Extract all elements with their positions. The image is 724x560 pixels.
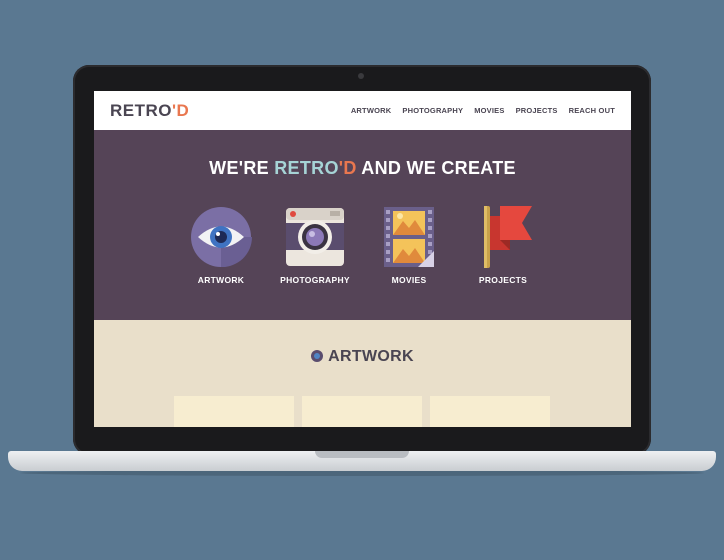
laptop-notch <box>315 451 409 458</box>
feature-photography-label: PHOTOGRAPHY <box>280 275 350 285</box>
feature-artwork[interactable]: ARTWORK <box>176 206 266 285</box>
eye-icon <box>190 206 252 268</box>
nav-movies[interactable]: MOVIES <box>474 106 504 115</box>
feature-projects-label: PROJECTS <box>478 275 528 285</box>
nav-artwork[interactable]: ARTWORK <box>351 106 392 115</box>
feature-movies-label: MOVIES <box>391 275 427 285</box>
feature-photography[interactable]: PHOTOGRAPHY <box>270 206 360 285</box>
flag-icon <box>472 206 534 268</box>
artwork-card[interactable] <box>174 396 294 427</box>
hero-title: WE'RE RETRO'D AND WE CREATE <box>209 158 516 178</box>
feature-movies[interactable]: MOVIES <box>364 206 454 285</box>
artwork-card[interactable] <box>430 396 550 427</box>
feature-projects[interactable]: PROJECTS <box>458 206 548 285</box>
film-icon <box>378 206 440 268</box>
artwork-card[interactable] <box>302 396 422 427</box>
webcam <box>358 73 364 79</box>
camera-icon <box>284 206 346 268</box>
nav-reach-out[interactable]: REACH OUT <box>569 106 615 115</box>
feature-artwork-label: ARTWORK <box>197 275 245 285</box>
artwork-section: ARTWORK <box>94 320 631 427</box>
artwork-heading: ARTWORK <box>94 348 631 366</box>
hero-section: WE'RE RETRO'D AND WE CREATE ARTWORK PHOT… <box>94 130 631 320</box>
site-logo[interactable]: RETRO'D <box>110 101 189 121</box>
eye-icon <box>311 350 324 362</box>
nav-projects[interactable]: PROJECTS <box>516 106 558 115</box>
site-header: RETRO'D ARTWORK PHOTOGRAPHY MOVIES PROJE… <box>94 91 631 130</box>
main-nav: ARTWORK PHOTOGRAPHY MOVIES PROJECTS REAC… <box>351 106 615 115</box>
laptop-screen: RETRO'D ARTWORK PHOTOGRAPHY MOVIES PROJE… <box>94 91 631 427</box>
nav-photography[interactable]: PHOTOGRAPHY <box>402 106 463 115</box>
